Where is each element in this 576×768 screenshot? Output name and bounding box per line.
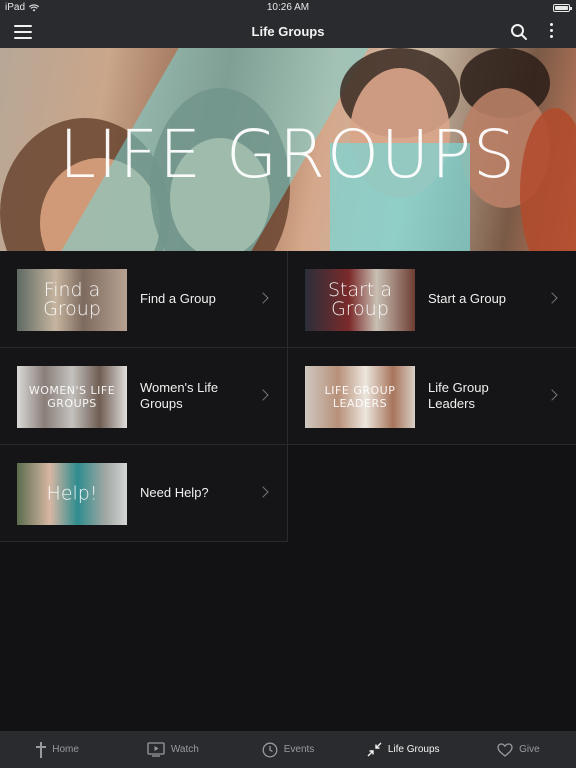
tab-give-label: Give [519, 744, 540, 755]
find-a-group-item[interactable]: Find a Group Find a Group [0, 251, 288, 348]
start-a-group-label: Start a Group [428, 291, 507, 306]
need-help-label: Need Help? [140, 485, 209, 500]
start-a-group-item[interactable]: Start a Group Start a Group [288, 251, 576, 348]
need-help-thumbnail: Help! [17, 463, 127, 525]
tab-watch-label: Watch [170, 744, 199, 755]
find-a-group-label: Find a Group [140, 291, 216, 306]
life-group-leaders-label: Life Group Leaders [428, 380, 489, 411]
heart-icon [497, 742, 513, 757]
tab-life-groups[interactable]: Life Groups [346, 731, 461, 768]
tab-home-label: Home [52, 744, 79, 755]
hero-title: LIFE GROUPS [59, 116, 517, 193]
hero-banner: LIFE GROUPS [0, 48, 576, 251]
chevron-right-icon [257, 292, 269, 304]
chevron-right-icon [546, 389, 558, 401]
tab-home[interactable]: Home [0, 731, 115, 768]
tab-events-label: Events [283, 744, 315, 755]
start-a-group-thumbnail: Start a Group [305, 269, 415, 331]
more-options-icon[interactable] [545, 23, 557, 41]
chevron-right-icon [257, 486, 269, 498]
navigation-bar: Life Groups [0, 16, 576, 48]
life-group-leaders-item[interactable]: LIFE GROUP LEADERS Life Group Leaders [288, 348, 576, 445]
status-bar: iPad 10:26 AM [0, 0, 576, 16]
cross-icon [36, 741, 47, 758]
chevron-right-icon [257, 389, 269, 401]
page-title: Life Groups [251, 24, 325, 39]
clock-icon [262, 742, 278, 757]
life-group-leaders-thumbnail: LIFE GROUP LEADERS [305, 366, 415, 428]
status-time: 10:26 AM [266, 2, 310, 13]
womens-life-groups-item[interactable]: WOMEN'S LIFE GROUPS Women's Life Groups [0, 348, 288, 445]
chevron-right-icon [546, 292, 558, 304]
tab-events[interactable]: Events [230, 731, 345, 768]
need-help-item[interactable]: Help! Need Help? [0, 445, 288, 542]
arrows-in-icon [367, 742, 382, 757]
tab-bar: Home Watch Events Life Groups Give [0, 731, 576, 768]
womens-life-groups-label: Women's Life Groups [140, 380, 219, 411]
tab-life-groups-label: Life Groups [387, 744, 440, 755]
find-a-group-thumbnail: Find a Group [17, 269, 127, 331]
tv-play-icon [147, 742, 165, 757]
womens-life-groups-thumbnail: WOMEN'S LIFE GROUPS [17, 366, 127, 428]
tab-give[interactable]: Give [461, 731, 576, 768]
search-icon[interactable] [510, 23, 528, 41]
tab-watch[interactable]: Watch [115, 731, 230, 768]
battery-icon [553, 4, 572, 12]
